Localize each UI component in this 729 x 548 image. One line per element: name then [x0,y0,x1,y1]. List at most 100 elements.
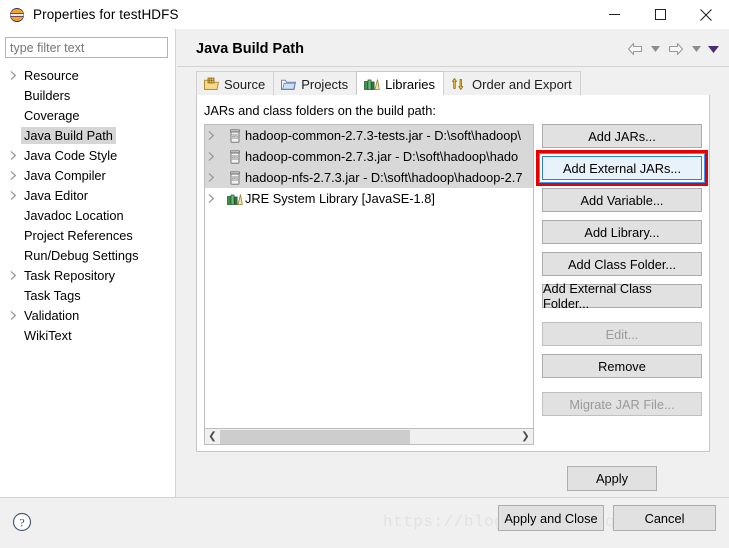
forward-dropdown-caret-icon[interactable] [689,39,704,59]
highlighted-button-wrapper: Add External JARs... [536,150,708,186]
sidebar-item-java-build-path[interactable]: Java Build Path [0,125,176,145]
jar-icon: 010 [225,128,245,143]
sidebar-item-label: Task Repository [24,267,116,283]
list-item-label: JRE System Library [JavaSE-1.8] [245,191,435,206]
tab-label: Projects [301,76,349,92]
tree-expand-chevron-icon[interactable] [6,150,21,160]
svg-text:?: ? [19,516,24,530]
tree-expand-chevron-icon[interactable] [6,70,21,80]
tab-projects[interactable]: Projects [273,71,358,96]
header-divider [177,66,729,67]
sidebar-item-label: Java Build Path [21,126,116,144]
back-dropdown-caret-icon[interactable] [648,39,663,59]
migrate-jar-file-button: Migrate JAR File... [542,392,702,416]
add-external-class-folder-button[interactable]: Add External Class Folder... [542,281,702,311]
minimize-button[interactable] [591,0,637,29]
tab-libraries[interactable]: Libraries [356,71,445,96]
jar-icon: 010 [225,170,245,185]
sidebar-item-task-repository[interactable]: Task Repository [0,265,176,285]
svg-text:010: 010 [232,175,240,180]
scroll-right-arrow-icon[interactable]: ❯ [518,431,533,442]
apply-and-close-button[interactable]: Apply and Close [498,505,604,531]
build-path-tabs: Source Projects Libraries Order and Export [196,70,581,96]
sidebar-item-wikitext[interactable]: WikiText [0,325,176,345]
tree-expand-chevron-icon[interactable] [208,173,225,182]
add-jars-button[interactable]: Add JARs... [542,124,702,148]
scrollbar-thumb[interactable] [220,429,410,444]
sidebar-item-label: Java Code Style [24,147,118,163]
jar-icon: 010 [225,149,245,164]
tree-expand-chevron-icon[interactable] [6,310,21,320]
sidebar-item-task-tags[interactable]: Task Tags [0,285,176,305]
filter-input[interactable] [5,37,168,58]
page-navigation [624,39,721,59]
list-item[interactable]: 010 hadoop-common-2.7.3-tests.jar - D:\so… [205,125,533,146]
sidebar-item-label: Project References [24,227,133,243]
sidebar-item-builders[interactable]: Builders [0,85,176,105]
list-item-label: hadoop-common-2.7.3-tests.jar - D:\soft\… [245,128,521,143]
build-path-action-buttons: Add JARs... Add External JARs... Add Varia… [536,124,708,424]
add-external-jars-button[interactable]: Add External JARs... [542,156,702,180]
tree-expand-chevron-icon[interactable] [6,270,21,280]
remove-button[interactable]: Remove [542,354,702,378]
back-arrow-icon[interactable] [624,39,646,59]
order-export-arrows-icon [451,77,467,91]
sidebar-item-coverage[interactable]: Coverage [0,105,176,125]
sidebar-item-resource[interactable]: Resource [0,65,176,85]
page-title: Java Build Path [196,41,304,57]
sidebar-item-label: Coverage [24,107,80,123]
sidebar-item-label: WikiText [24,327,72,343]
add-variable-button[interactable]: Add Variable... [542,188,702,212]
cancel-button[interactable]: Cancel [613,505,716,531]
sidebar-item-java-compiler[interactable]: Java Compiler [0,165,176,185]
list-item-label: hadoop-nfs-2.7.3.jar - D:\soft\hadoop\ha… [245,170,523,185]
libraries-books-icon [364,77,380,91]
title-bar: Properties for testHDFS [0,0,729,29]
list-item[interactable]: 010 hadoop-nfs-2.7.3.jar - D:\soft\hadoop… [205,167,533,188]
tree-expand-chevron-icon[interactable] [6,190,21,200]
sidebar-item-java-editor[interactable]: Java Editor [0,185,176,205]
maximize-button[interactable] [637,0,683,29]
apply-button[interactable]: Apply [567,466,657,491]
sidebar-item-run-debug-settings[interactable]: Run/Debug Settings [0,245,176,265]
help-question-icon[interactable]: ? [12,512,32,532]
edit-button: Edit... [542,322,702,346]
tree-expand-chevron-icon[interactable] [208,131,225,140]
tree-expand-chevron-icon[interactable] [208,194,225,203]
build-path-entries-list[interactable]: 010 hadoop-common-2.7.3-tests.jar - D:\so… [204,124,534,429]
tab-label: Libraries [385,76,436,92]
settings-sidebar: Resource Builders Coverage Java Build Path J… [0,29,176,497]
list-item[interactable]: JRE System Library [JavaSE-1.8] [205,188,533,209]
close-button[interactable] [683,0,729,29]
sidebar-item-label: Validation [24,307,80,323]
sidebar-item-label: Run/Debug Settings [24,247,139,263]
horizontal-scrollbar[interactable]: ❮ ❯ [204,429,534,445]
view-menu-caret-icon[interactable] [706,39,721,59]
libraries-tab-panel: JARs and class folders on the build path… [196,95,710,452]
tab-order-and-export[interactable]: Order and Export [443,71,581,96]
scroll-left-arrow-icon[interactable]: ❮ [205,431,220,442]
tree-expand-chevron-icon[interactable] [208,152,225,161]
page-content: Java Build Path Source Projects Librarie… [177,29,729,497]
tab-source[interactable]: Source [196,71,275,96]
sidebar-item-javadoc-location[interactable]: Javadoc Location [0,205,176,225]
sidebar-item-validation[interactable]: Validation [0,305,176,325]
sidebar-item-label: Task Tags [24,287,81,303]
window-controls [591,0,729,29]
sidebar-item-label: Java Editor [24,187,89,203]
sidebar-item-java-code-style[interactable]: Java Code Style [0,145,176,165]
add-class-folder-button[interactable]: Add Class Folder... [542,252,702,276]
eclipse-icon [9,7,25,23]
add-library-button[interactable]: Add Library... [542,220,702,244]
list-caption: JARs and class folders on the build path… [204,103,436,118]
svg-text:010: 010 [232,154,240,159]
properties-dialog: Properties for testHDFS Resource Builders… [0,0,729,548]
sidebar-item-label: Resource [24,67,79,83]
sidebar-item-project-references[interactable]: Project References [0,225,176,245]
tree-expand-chevron-icon[interactable] [6,170,21,180]
list-item[interactable]: 010 hadoop-common-2.7.3.jar - D:\soft\had… [205,146,533,167]
scrollbar-track[interactable] [220,429,518,444]
forward-arrow-icon[interactable] [665,39,687,59]
list-item-label: hadoop-common-2.7.3.jar - D:\soft\hadoop… [245,149,519,164]
sidebar-item-label: Java Compiler [24,167,106,183]
